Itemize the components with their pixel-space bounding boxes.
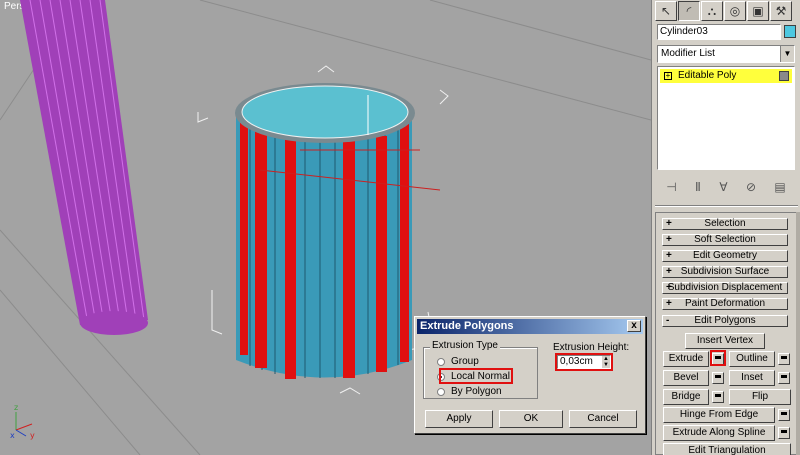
- stack-toolbar: ⊣ Ⅱ ∀ ⊘ ▤: [657, 178, 795, 196]
- panel-scrollbar[interactable]: [796, 212, 800, 455]
- radio-by-polygon[interactable]: By Polygon: [437, 386, 502, 397]
- flip-button[interactable]: Flip: [729, 389, 791, 405]
- svg-text:y: y: [30, 431, 35, 440]
- display-icon[interactable]: ▣: [747, 1, 769, 21]
- stack-item-label: Editable Poly: [678, 70, 737, 81]
- cylinder-object[interactable]: [235, 83, 441, 379]
- command-panel: ↖ ◜ ⛬ ◎ ▣ ⚒ Cylinder03 Modifier List ▼ +…: [651, 0, 800, 455]
- extrude-along-spline-button[interactable]: Extrude Along Spline: [663, 425, 775, 441]
- rollout-sign: +: [666, 218, 672, 229]
- ok-button[interactable]: OK: [499, 410, 563, 428]
- inset-settings-button[interactable]: [778, 372, 790, 384]
- modifier-list-label: Modifier List: [661, 48, 715, 59]
- modifier-list-dropdown[interactable]: Modifier List ▼: [657, 45, 795, 63]
- bevel-button[interactable]: Bevel: [663, 370, 709, 386]
- rollout-sign: +: [666, 298, 672, 309]
- radio-group[interactable]: Group: [437, 356, 479, 367]
- close-icon[interactable]: x: [627, 320, 641, 332]
- extrude-spline-settings-button[interactable]: [778, 427, 790, 439]
- apply-button[interactable]: Apply: [425, 410, 493, 428]
- radio-by-polygon-dot[interactable]: [437, 387, 445, 396]
- remove-modifier-icon[interactable]: ⊘: [746, 180, 756, 194]
- object-name-field[interactable]: Cylinder03: [657, 24, 781, 40]
- extrude-settings-highlight: [710, 350, 726, 366]
- bridge-button[interactable]: Bridge: [663, 389, 709, 405]
- rollout-edit-polygons[interactable]: - Edit Polygons: [662, 315, 788, 327]
- extrude-polygons-dialog: Extrude Polygons x Extrusion Type Group …: [414, 316, 646, 434]
- dialog-title-bar[interactable]: Extrude Polygons x: [417, 319, 643, 334]
- rollout-sign: +: [666, 250, 672, 261]
- svg-text:z: z: [14, 403, 18, 412]
- show-end-result-icon[interactable]: Ⅱ: [695, 180, 701, 194]
- hierarchy-icon[interactable]: ⛬: [701, 1, 723, 21]
- perspective-viewport[interactable]: Perspective: [0, 0, 651, 455]
- inset-button[interactable]: Inset: [729, 370, 775, 386]
- extrude-button[interactable]: Extrude: [663, 351, 709, 367]
- pin-stack-icon[interactable]: ⊣: [666, 180, 676, 194]
- cancel-button[interactable]: Cancel: [569, 410, 637, 428]
- rollout-label: Subdivision Surface: [680, 266, 770, 277]
- axis-gizmo: z x y: [10, 403, 35, 440]
- modify-icon[interactable]: ◜: [678, 1, 700, 21]
- bridge-settings-button[interactable]: [712, 391, 724, 403]
- rollout-label: Edit Polygons: [694, 315, 756, 326]
- utilities-icon[interactable]: ⚒: [770, 1, 792, 21]
- modifier-stack: + Editable Poly: [657, 66, 795, 170]
- rollout-soft-selection[interactable]: + Soft Selection: [662, 234, 788, 246]
- stack-item-editable-poly[interactable]: + Editable Poly: [660, 69, 792, 83]
- local-normal-highlight: [439, 368, 513, 384]
- stack-item-toggle[interactable]: [779, 71, 789, 81]
- rollout-paint-deformation[interactable]: + Paint Deformation: [662, 298, 788, 310]
- panel-separator: [655, 205, 798, 207]
- rollout-label: Subdivision Displacement: [667, 282, 783, 293]
- edit-triangulation-button[interactable]: Edit Triangulation: [663, 443, 791, 455]
- bevel-settings-button[interactable]: [712, 372, 724, 384]
- dialog-title: Extrude Polygons: [420, 320, 514, 332]
- create-icon[interactable]: ↖: [655, 1, 677, 21]
- make-unique-icon[interactable]: ∀: [719, 180, 727, 194]
- extrusion-type-label: Extrusion Type: [430, 340, 500, 351]
- rollout-label: Soft Selection: [694, 234, 756, 245]
- rollout-label: Paint Deformation: [684, 298, 766, 309]
- configure-modifiers-icon[interactable]: ▤: [774, 180, 785, 194]
- extrusion-height-label: Extrusion Height:: [553, 342, 630, 353]
- rollout-subdivision-surface[interactable]: + Subdivision Surface: [662, 266, 788, 278]
- rollout-sign: -: [666, 315, 670, 326]
- outline-button[interactable]: Outline: [729, 351, 775, 367]
- command-panel-tabs: ↖ ◜ ⛬ ◎ ▣ ⚒: [655, 1, 797, 21]
- rollouts-area: + Selection + Soft Selection + Edit Geometr…: [655, 212, 797, 455]
- expand-icon[interactable]: +: [664, 72, 672, 80]
- pillar-object[interactable]: [20, 0, 148, 335]
- insert-vertex-button[interactable]: Insert Vertex: [685, 333, 765, 349]
- outline-settings-button[interactable]: [778, 353, 790, 365]
- rollout-edit-geometry[interactable]: + Edit Geometry: [662, 250, 788, 262]
- rollout-sign: +: [666, 266, 672, 277]
- chevron-down-icon[interactable]: ▼: [780, 46, 794, 62]
- rollout-label: Selection: [704, 218, 746, 229]
- rollout-sign: +: [666, 282, 672, 293]
- radio-by-polygon-label: By Polygon: [451, 386, 502, 397]
- radio-group-label: Group: [451, 356, 479, 367]
- rollout-label: Edit Geometry: [693, 250, 757, 261]
- rollout-sign: +: [666, 234, 672, 245]
- rollout-selection[interactable]: + Selection: [662, 218, 788, 230]
- svg-text:x: x: [10, 431, 15, 440]
- rollout-subdivision-displacement[interactable]: + Subdivision Displacement: [662, 282, 788, 294]
- hinge-settings-button[interactable]: [778, 409, 790, 421]
- object-color-swatch[interactable]: [784, 25, 796, 38]
- hinge-from-edge-button[interactable]: Hinge From Edge: [663, 407, 775, 423]
- radio-group-dot[interactable]: [437, 357, 445, 366]
- motion-icon[interactable]: ◎: [724, 1, 746, 21]
- extrusion-height-highlight: [555, 353, 613, 371]
